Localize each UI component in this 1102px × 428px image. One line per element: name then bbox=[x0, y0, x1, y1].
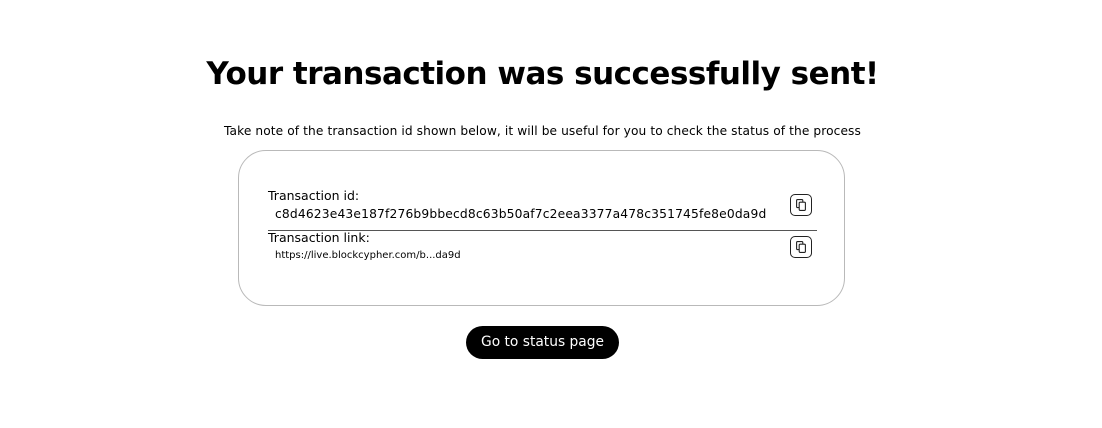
transaction-link-label: Transaction link: bbox=[268, 230, 370, 245]
transaction-id-label: Transaction id: bbox=[268, 188, 360, 203]
transaction-card: Transaction id: c8d4623e43e187f276b9bbec… bbox=[238, 150, 845, 306]
copy-transaction-link-button[interactable] bbox=[790, 236, 812, 258]
transaction-id-value: c8d4623e43e187f276b9bbecd8c63b50af7c2eea… bbox=[275, 207, 767, 221]
page-subtitle: Take note of the transaction id shown be… bbox=[224, 124, 861, 138]
copy-icon bbox=[796, 199, 806, 211]
go-to-status-page-button[interactable]: Go to status page bbox=[466, 326, 619, 359]
transaction-link-value[interactable]: https://live.blockcypher.com/b...da9d bbox=[275, 249, 461, 263]
page-title: Your transaction was successfully sent! bbox=[206, 56, 879, 92]
copy-transaction-id-button[interactable] bbox=[790, 194, 812, 216]
copy-icon bbox=[796, 241, 806, 253]
